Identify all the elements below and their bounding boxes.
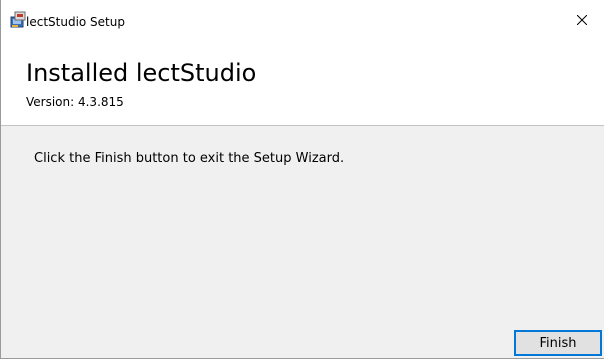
content-panel: Click the Finish button to exit the Setu… xyxy=(1,126,604,358)
window-title: lectStudio Setup xyxy=(26,15,125,29)
setup-window: lectStudio Setup Installed lectStudio Ve… xyxy=(0,0,604,359)
page-title: Installed lectStudio xyxy=(26,59,257,87)
title-bar[interactable]: lectStudio Setup xyxy=(1,0,604,38)
header-banner: Installed lectStudio Version: 4.3.815 xyxy=(1,38,604,126)
close-icon xyxy=(576,10,588,29)
close-button[interactable] xyxy=(559,0,604,38)
installer-icon xyxy=(10,11,27,28)
finish-message: Click the Finish button to exit the Setu… xyxy=(34,151,345,166)
version-label: Version: 4.3.815 xyxy=(26,95,124,109)
finish-button[interactable]: Finish xyxy=(514,330,602,356)
